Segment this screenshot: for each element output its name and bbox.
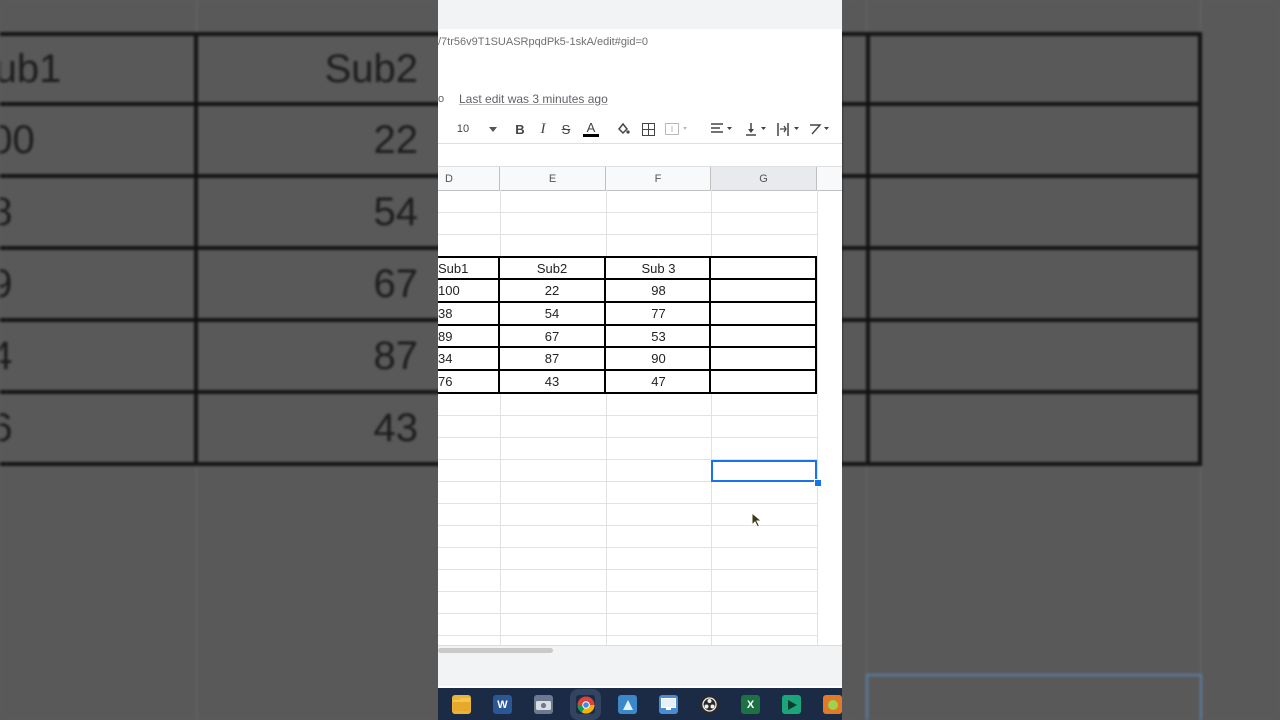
strikethrough-button[interactable]: S <box>557 120 575 138</box>
excel-icon[interactable]: X <box>741 695 760 714</box>
bg-cell-empty <box>866 318 1202 394</box>
gridline <box>438 547 818 548</box>
table-cell[interactable] <box>709 324 817 348</box>
formatting-toolbar: 10 B I S A <box>438 115 842 144</box>
bg-header-sub1: Sub1 <box>0 32 198 106</box>
text-rotation-icon[interactable] <box>808 120 834 138</box>
table-header-cell[interactable]: Sub 3 <box>604 256 713 280</box>
bg-cell: 54 <box>194 174 444 250</box>
bg-header-sub2: Sub2 <box>194 32 444 106</box>
bg-cell: 89 <box>0 246 198 322</box>
vertical-align-icon[interactable] <box>744 120 770 138</box>
text-wrap-icon[interactable] <box>776 120 804 138</box>
bg-cell-empty <box>866 102 1202 178</box>
table-cell[interactable]: 89 <box>438 324 500 348</box>
font-size-dropdown-icon[interactable] <box>486 120 500 138</box>
bg-cell: 43 <box>194 390 444 466</box>
bg-cell-empty <box>866 32 1202 106</box>
bg-cell-empty <box>866 246 1202 322</box>
bg-cell: 87 <box>194 318 444 394</box>
bg-cell: 67 <box>194 246 444 322</box>
menu-edge-text: o <box>438 93 445 105</box>
bg-cell-empty <box>866 174 1202 250</box>
fill-handle[interactable] <box>814 479 822 487</box>
address-bar[interactable]: /7tr56v9T1SUASRpqdPk5-1skA/edit#gid=0 <box>438 29 842 60</box>
table-header-cell[interactable] <box>709 256 817 280</box>
horizontal-scrollbar[interactable] <box>438 645 842 686</box>
text-color-button[interactable]: A <box>581 120 601 138</box>
gridline <box>438 503 818 504</box>
table-cell[interactable]: 43 <box>498 369 606 394</box>
monitor-icon[interactable] <box>659 695 678 714</box>
gridline <box>438 569 818 570</box>
fill-color-icon[interactable] <box>613 120 633 138</box>
table-cell[interactable]: 76 <box>438 369 500 394</box>
table-cell[interactable]: 53 <box>604 324 713 348</box>
text-color-swatch <box>583 134 599 137</box>
table-header-cell[interactable]: Sub1 <box>438 256 500 280</box>
bg-cell: 34 <box>0 318 198 394</box>
folder-icon[interactable] <box>452 695 471 714</box>
column-header-next[interactable] <box>817 167 842 190</box>
column-header-row: D E F G <box>438 166 842 191</box>
table-cell[interactable]: 34 <box>438 346 500 371</box>
bold-button[interactable]: B <box>511 120 529 138</box>
gridline <box>438 212 818 213</box>
table-cell[interactable]: 90 <box>604 346 713 371</box>
table-cell[interactable] <box>709 301 817 326</box>
table-cell[interactable]: 67 <box>498 324 606 348</box>
gridline <box>438 635 818 636</box>
table-cell[interactable] <box>709 369 817 394</box>
table-cell[interactable]: 98 <box>604 278 713 303</box>
table-cell[interactable]: 38 <box>438 301 500 326</box>
sheets-window: /7tr56v9T1SUASRpqdPk5-1skA/edit#gid=0 o … <box>438 0 842 720</box>
column-header-f[interactable]: F <box>606 167 711 190</box>
doc-header: o Last edit was 3 minutes ago <box>438 59 842 115</box>
table-header-cell[interactable]: Sub2 <box>498 256 606 280</box>
italic-button[interactable]: I <box>534 120 552 138</box>
bg-cell: 38 <box>0 174 198 250</box>
bg-selected-cell <box>866 674 1202 720</box>
gridline <box>438 591 818 592</box>
font-size-select[interactable]: 10 <box>452 120 474 138</box>
bg-cell: 22 <box>194 102 444 178</box>
scrollbar-thumb[interactable] <box>438 648 553 653</box>
table-cell[interactable]: 87 <box>498 346 606 371</box>
table-cell[interactable]: 54 <box>498 301 606 326</box>
text-color-label: A <box>586 120 596 135</box>
word-icon[interactable]: W <box>493 695 512 714</box>
bg-cell: 76 <box>0 390 198 466</box>
tool-icon[interactable] <box>823 695 842 714</box>
bg-cell-empty <box>866 390 1202 466</box>
horizontal-align-icon[interactable] <box>709 120 737 138</box>
gridline <box>817 190 818 645</box>
table-cell[interactable] <box>709 346 817 371</box>
mouse-pointer-icon <box>751 511 763 528</box>
table-cell[interactable]: 77 <box>604 301 713 326</box>
chrome-icon[interactable] <box>576 695 595 714</box>
browser-tab-strip <box>438 0 842 29</box>
windows-taskbar: W X <box>438 688 842 720</box>
merge-cells-icon[interactable] <box>663 120 691 138</box>
bg-cell: 100 <box>0 102 198 178</box>
column-header-g[interactable]: G <box>711 167 817 190</box>
active-cell-selection[interactable] <box>711 460 817 482</box>
gridline <box>438 437 818 438</box>
column-header-e[interactable]: E <box>500 167 606 190</box>
app-icon[interactable] <box>618 695 637 714</box>
last-edit-link[interactable]: Last edit was 3 minutes ago <box>459 92 608 106</box>
column-header-d[interactable]: D <box>438 167 500 190</box>
borders-icon[interactable] <box>638 120 658 138</box>
table-cell[interactable] <box>709 278 817 303</box>
media-icon[interactable] <box>782 695 801 714</box>
gridline <box>438 234 818 235</box>
gridline <box>438 613 818 614</box>
obs-icon[interactable] <box>700 695 719 714</box>
gridline <box>438 415 818 416</box>
table-cell[interactable]: 22 <box>498 278 606 303</box>
camera-icon[interactable] <box>534 695 553 714</box>
table-cell[interactable]: 47 <box>604 369 713 394</box>
url-text: /7tr56v9T1SUASRpqdPk5-1skA/edit#gid=0 <box>438 36 649 48</box>
table-cell[interactable]: 100 <box>438 278 500 303</box>
